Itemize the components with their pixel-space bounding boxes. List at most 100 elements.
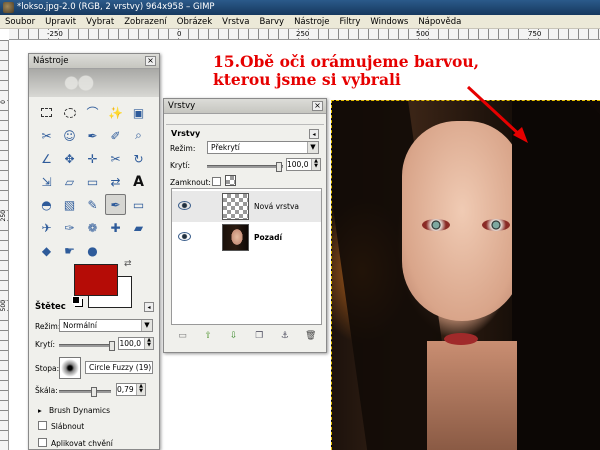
portrait-photo[interactable] bbox=[331, 100, 600, 450]
brush-label: Stopa: bbox=[35, 364, 60, 373]
menu-nastroje[interactable]: Nástroje bbox=[294, 17, 329, 27]
foreground-select-icon[interactable]: ☺ bbox=[59, 125, 80, 146]
swap-colors-icon[interactable]: ⇄ bbox=[124, 259, 132, 269]
spin-arrows-icon[interactable]: ▲ ▼ bbox=[311, 159, 320, 170]
rect-select-icon[interactable] bbox=[36, 102, 57, 123]
layer-row[interactable]: Nová vrstva bbox=[172, 191, 321, 222]
shear-icon[interactable]: ▱ bbox=[59, 171, 80, 192]
heal-icon[interactable]: ✚ bbox=[105, 217, 126, 238]
ink-icon[interactable]: ✑ bbox=[59, 217, 80, 238]
menu-windows[interactable]: Windows bbox=[370, 17, 408, 27]
spin-arrows-icon[interactable]: ▲ ▼ bbox=[144, 338, 153, 349]
vertical-ruler[interactable]: 0 250 500 bbox=[0, 40, 9, 450]
mode-select[interactable]: Normální ▼ bbox=[59, 319, 153, 332]
foreground-color-swatch[interactable] bbox=[74, 264, 118, 296]
eraser-icon[interactable]: ▭ bbox=[128, 194, 149, 215]
menu-obrazek[interactable]: Obrázek bbox=[177, 17, 212, 27]
layer-name[interactable]: Pozadí bbox=[254, 233, 282, 242]
scale-icon[interactable]: ⇲ bbox=[36, 171, 57, 192]
pencil-icon[interactable]: ✎ bbox=[82, 194, 103, 215]
jitter-checkbox[interactable] bbox=[38, 438, 47, 447]
blur-icon[interactable]: ◆ bbox=[36, 240, 57, 261]
title-bar: *lokso.jpg-2.0 (RGB, 2 vrstvy) 964x958 –… bbox=[0, 0, 600, 15]
brush-dynamics-label[interactable]: Brush Dynamics bbox=[49, 406, 110, 415]
slider-handle[interactable] bbox=[276, 162, 282, 172]
layers-header[interactable]: Vrstvy × bbox=[164, 99, 326, 114]
anchor-layer-icon[interactable]: ⚓ bbox=[279, 331, 290, 342]
dodge-burn-icon[interactable]: ● bbox=[82, 240, 103, 261]
select-by-color-icon[interactable]: ▣ bbox=[128, 102, 149, 123]
layer-opacity-slider[interactable] bbox=[207, 162, 283, 172]
eye-visibility-icon[interactable] bbox=[178, 201, 191, 210]
layer-opacity-value: 100,0 bbox=[287, 160, 309, 169]
layer-name[interactable]: Nová vrstva bbox=[254, 202, 299, 211]
measure-icon[interactable]: ∠ bbox=[36, 148, 57, 169]
hair-right bbox=[512, 101, 600, 450]
scale-slider[interactable] bbox=[59, 387, 111, 397]
eye-visibility-icon[interactable] bbox=[178, 232, 191, 241]
paintbrush-icon[interactable]: ✒ bbox=[105, 194, 126, 215]
toolbox-title: Nástroje bbox=[33, 56, 69, 66]
spin-arrows-icon[interactable]: ▲ ▼ bbox=[136, 384, 145, 395]
lock-alpha-checkbox[interactable] bbox=[212, 177, 221, 186]
opacity-spinbox[interactable]: 100,0 ▲ ▼ bbox=[118, 337, 154, 350]
brush-preview[interactable] bbox=[59, 357, 81, 379]
flip-icon[interactable]: ⇄ bbox=[105, 171, 126, 192]
horizontal-ruler[interactable]: -250 0 250 500 750 bbox=[9, 29, 600, 40]
color-picker-icon[interactable]: ✐ bbox=[105, 125, 126, 146]
toolbox-header[interactable]: Nástroje × bbox=[29, 54, 159, 69]
zoom-icon[interactable]: ⌕ bbox=[128, 125, 149, 146]
close-icon[interactable]: × bbox=[145, 56, 156, 66]
menu-vrstva[interactable]: Vrstva bbox=[222, 17, 249, 27]
layer-mode-select[interactable]: Překrytí ▼ bbox=[207, 141, 319, 154]
fuzzy-select-icon[interactable]: ✨ bbox=[105, 102, 126, 123]
menu-zobrazeni[interactable]: Zobrazení bbox=[124, 17, 167, 27]
lock-label: Zamknout: bbox=[170, 178, 211, 187]
text-icon[interactable]: A bbox=[128, 171, 149, 192]
clone-icon[interactable]: ❁ bbox=[82, 217, 103, 238]
menu-napoveda[interactable]: Nápověda bbox=[418, 17, 461, 27]
fade-checkbox[interactable] bbox=[38, 421, 47, 430]
ruler-label: -250 bbox=[46, 30, 64, 38]
crop-icon[interactable]: ✂ bbox=[105, 148, 126, 169]
scale-spinbox[interactable]: 0,79 ▲ ▼ bbox=[116, 383, 146, 396]
align-icon[interactable]: ✛ bbox=[82, 148, 103, 169]
brush-name: Circle Fuzzy (19) bbox=[89, 363, 152, 372]
slider-handle[interactable] bbox=[109, 341, 115, 351]
blend-icon[interactable]: ▧ bbox=[59, 194, 80, 215]
airbrush-icon[interactable]: ✈ bbox=[36, 217, 57, 238]
layer-mode-value: Překrytí bbox=[211, 143, 240, 152]
dock-menu-icon[interactable]: ◂ bbox=[309, 129, 319, 139]
raise-layer-icon[interactable]: ⇧ bbox=[203, 331, 214, 342]
smudge-icon[interactable]: ☛ bbox=[59, 240, 80, 261]
opacity-slider[interactable] bbox=[59, 341, 115, 351]
ruler-label: 250 bbox=[295, 30, 311, 38]
lower-layer-icon[interactable]: ⇩ bbox=[228, 331, 239, 342]
scissors-select-icon[interactable]: ✂ bbox=[36, 125, 57, 146]
bucket-fill-icon[interactable]: ◓ bbox=[36, 194, 57, 215]
rotate-icon[interactable]: ↻ bbox=[128, 148, 149, 169]
move-icon[interactable]: ✥ bbox=[59, 148, 80, 169]
slider-handle[interactable] bbox=[91, 387, 97, 397]
menu-filtry[interactable]: Filtry bbox=[340, 17, 361, 27]
dock-menu-icon[interactable]: ◂ bbox=[144, 302, 154, 312]
free-select-icon[interactable]: ⌒ bbox=[82, 102, 103, 123]
duplicate-layer-icon[interactable]: ❐ bbox=[254, 331, 265, 342]
menu-barvy[interactable]: Barvy bbox=[259, 17, 284, 27]
layer-opacity-spinbox[interactable]: 100,0 ▲ ▼ bbox=[286, 158, 321, 171]
brush-name-field[interactable]: Circle Fuzzy (19) bbox=[85, 361, 153, 374]
layer-row[interactable]: Pozadí bbox=[172, 222, 321, 253]
perspective-clone-icon[interactable]: ▰ bbox=[128, 217, 149, 238]
menu-upravit[interactable]: Upravit bbox=[45, 17, 76, 27]
new-layer-icon[interactable]: ▭ bbox=[177, 331, 188, 342]
expander-arrow-icon[interactable]: ▸ bbox=[38, 406, 42, 415]
paths-icon[interactable]: ✒ bbox=[82, 125, 103, 146]
menu-soubor[interactable]: Soubor bbox=[5, 17, 35, 27]
ellipse-select-icon[interactable] bbox=[59, 102, 80, 123]
menu-vybrat[interactable]: Vybrat bbox=[86, 17, 114, 27]
menu-bar: Soubor Upravit Vybrat Zobrazení Obrázek … bbox=[0, 15, 600, 29]
delete-layer-icon[interactable]: 🗑 bbox=[305, 331, 316, 342]
perspective-icon[interactable]: ▭ bbox=[82, 171, 103, 192]
ruler-label: 500 bbox=[415, 30, 431, 38]
close-icon[interactable]: × bbox=[312, 101, 323, 111]
